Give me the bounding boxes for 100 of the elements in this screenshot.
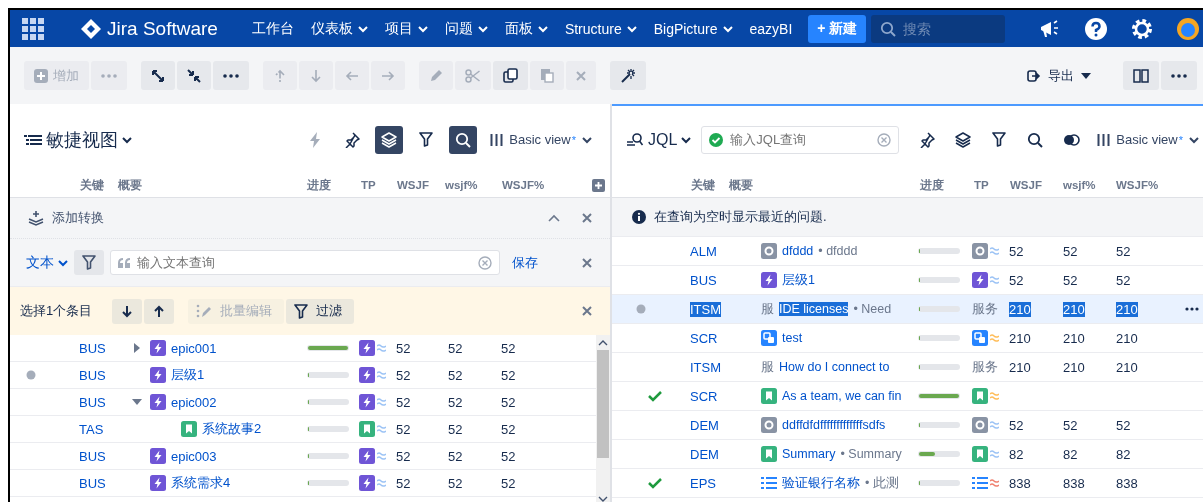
issue-key-link[interactable]: BUS	[79, 448, 106, 464]
table-row[interactable]: BUS 系统需求4 52 52 52	[10, 470, 596, 497]
export-button[interactable]: 导出	[1021, 61, 1097, 90]
column-header[interactable]: wsjf%	[445, 179, 502, 191]
filter-button[interactable]	[74, 250, 104, 275]
summary-link[interactable]: How do I connect to	[779, 360, 890, 374]
column-header[interactable]: WSJF%	[502, 179, 586, 191]
column-header[interactable]: TP	[361, 179, 397, 191]
nav-menu-item[interactable]: 工作台	[251, 19, 294, 38]
table-row[interactable]: SCR As a team, we can fin	[612, 382, 1203, 411]
column-header[interactable]: 进度	[920, 177, 974, 193]
add-transform-link[interactable]: 添加转换	[52, 209, 104, 227]
column-header[interactable]: WSJF%	[1116, 179, 1203, 191]
more-button[interactable]	[213, 61, 249, 90]
nav-menu-item[interactable]: eazyBI	[749, 20, 793, 37]
text-query-field[interactable]: 输入文本查询	[110, 250, 500, 275]
table-row[interactable]: BUS 层级1 52 52 52	[10, 362, 596, 389]
avatar-icon[interactable]	[1177, 17, 1199, 40]
summary-link[interactable]: ddffdfdfffffffffffffsdfs	[782, 418, 886, 432]
summary-link[interactable]: dfddd	[782, 244, 814, 258]
summary-link[interactable]: As a team, we can fin	[782, 389, 902, 403]
scroll-up-icon[interactable]	[598, 340, 608, 346]
settings-icon[interactable]	[1131, 17, 1153, 40]
summary-link[interactable]: test	[782, 331, 803, 345]
collapse-all-button[interactable]	[177, 61, 211, 90]
move-down-button[interactable]	[112, 298, 143, 324]
summary-link[interactable]: 系统故事2	[202, 420, 262, 438]
automation-button[interactable]	[610, 61, 646, 90]
issue-key-link[interactable]: SCR	[690, 330, 718, 346]
summary-link[interactable]: epic003	[171, 448, 217, 464]
create-button[interactable]: + 新建	[808, 14, 867, 43]
search-field[interactable]: 搜索	[871, 14, 1006, 43]
nav-menu-item[interactable]: 项目	[384, 19, 428, 38]
summary-link[interactable]: 层级1	[782, 271, 815, 289]
copy-button[interactable]	[493, 61, 528, 90]
expand-all-button[interactable]	[141, 61, 175, 90]
summary-link[interactable]: epic001	[171, 340, 217, 356]
split-view-button[interactable]	[1123, 61, 1159, 90]
column-header[interactable]: TP	[974, 179, 1010, 191]
app-grid-icon[interactable]	[22, 17, 44, 40]
help-icon[interactable]	[1085, 17, 1107, 40]
table-row[interactable]: BUS epic002 52 52 52	[10, 389, 596, 416]
table-row[interactable]: EPS 验证银行名称 • 此测 838 838 838	[612, 469, 1203, 498]
issue-key-link[interactable]: ALM	[690, 243, 717, 259]
column-header[interactable]: 概要	[118, 177, 307, 193]
selected-row[interactable]: ITSM 服 IDE licenses • Need 服务 210 210 210	[612, 295, 1203, 324]
nav-menu-item[interactable]: 仪表板	[310, 19, 368, 38]
jql-query-field[interactable]: 输入JQL查询	[701, 125, 900, 154]
layers-button[interactable]	[375, 125, 404, 154]
summary-link[interactable]: 验证银行名称	[782, 474, 860, 492]
save-link[interactable]: 保存	[512, 253, 538, 272]
table-row[interactable]: ITSM 服 How do I connect to 服务 210 210 210	[612, 353, 1203, 382]
megaphone-icon[interactable]	[1039, 18, 1061, 39]
table-row[interactable]: BUS epic003 52 52 52	[10, 443, 596, 470]
issue-key-link[interactable]: BUS	[79, 340, 106, 356]
column-header[interactable]: 概要	[729, 177, 920, 193]
product-logo-text[interactable]: Jira Software	[107, 17, 218, 40]
issue-key-link[interactable]: TAS	[79, 421, 104, 437]
search-button[interactable]	[449, 125, 478, 154]
summary-link[interactable]: IDE licenses	[779, 302, 849, 316]
summary-link[interactable]: 层级1	[171, 366, 205, 384]
more-icon[interactable]	[1184, 307, 1199, 311]
summary-link[interactable]: 系统需求4	[171, 474, 231, 492]
column-header[interactable]: wsjf%	[1063, 179, 1116, 191]
column-header[interactable]: 进度	[307, 177, 361, 193]
table-row[interactable]: TAS 系统故事2 52 52 52	[10, 416, 596, 443]
issue-key-link[interactable]: ITSM	[690, 301, 722, 317]
issue-key-link[interactable]: DEM	[690, 417, 719, 433]
table-row[interactable]: DEM ddffdfdfffffffffffffsdfs 52 52 52	[612, 411, 1203, 440]
filter-button[interactable]: 过滤	[286, 298, 355, 324]
nav-menu-item[interactable]: BigPicture	[653, 20, 733, 37]
column-header[interactable]: WSJF	[397, 179, 445, 191]
table-row[interactable]: BUS epic001 52 52 52	[10, 335, 596, 362]
issue-key-link[interactable]: BUS	[690, 272, 717, 288]
nav-menu-item[interactable]: 面板	[504, 19, 548, 38]
view-title-dropdown[interactable]: 敏捷视图	[24, 127, 132, 152]
more-button[interactable]	[1161, 61, 1197, 90]
issue-key-link[interactable]: BUS	[79, 475, 106, 491]
collapsed-triangle-icon[interactable]	[134, 343, 140, 353]
nav-menu-item[interactable]: Structure	[564, 20, 637, 37]
issue-key-link[interactable]: BUS	[79, 367, 106, 383]
expanded-triangle-icon[interactable]	[132, 399, 142, 405]
add-column-icon[interactable]	[591, 178, 605, 192]
issue-key-link[interactable]: DEM	[690, 446, 719, 462]
column-header[interactable]: 关键	[80, 177, 118, 193]
table-row[interactable]: DEM Summary • Summary 82 82 82	[612, 440, 1203, 469]
scrollbar[interactable]	[596, 335, 610, 502]
scroll-down-icon[interactable]	[598, 496, 608, 502]
filter-mode-dropdown[interactable]: 文本	[26, 253, 68, 272]
issue-key-link[interactable]: SCR	[690, 388, 718, 404]
column-header[interactable]: 关键	[691, 177, 729, 193]
table-row[interactable]: SCR test 210 210 210	[612, 324, 1203, 353]
table-row[interactable]: ALM dfddd • dfddd 52 52 52	[612, 237, 1203, 266]
query-mode-dropdown[interactable]: JQL	[626, 130, 692, 149]
column-header[interactable]: WSJF	[1010, 179, 1063, 191]
move-up-button[interactable]	[144, 298, 175, 324]
nav-menu-item[interactable]: 问题	[444, 19, 488, 38]
scrollbar-thumb[interactable]	[597, 350, 609, 458]
issue-key-link[interactable]: EPS	[690, 475, 716, 491]
summary-link[interactable]: Summary	[782, 447, 836, 461]
